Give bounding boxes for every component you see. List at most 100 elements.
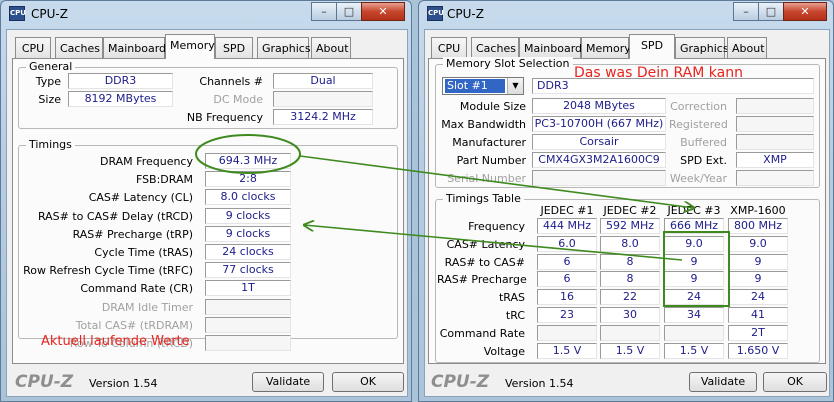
- timings-cell: 9: [728, 271, 788, 288]
- tab-graphics[interactable]: Graphics: [675, 37, 729, 58]
- timing-value: 694.3 MHz: [205, 153, 291, 169]
- timing-label: FSB:DRAM: [135, 173, 193, 187]
- timings-cell: 9.0: [664, 235, 724, 252]
- dc-mode-value: [273, 91, 373, 107]
- version-label: Version 1.54: [89, 377, 158, 390]
- module-info-value: 2048 MBytes: [532, 98, 666, 114]
- timings-cell: 9.0: [728, 235, 788, 252]
- channels-value: Dual: [273, 73, 373, 89]
- timings-cell: 9: [664, 271, 724, 288]
- tab-about[interactable]: About: [727, 37, 767, 58]
- size-label: Size: [38, 93, 61, 106]
- timings-column-header: XMP-1600: [730, 204, 786, 217]
- timings-cell: [664, 324, 724, 341]
- tab-cpu[interactable]: CPU: [431, 37, 467, 58]
- timing-value: 77 clocks: [205, 262, 291, 279]
- timings-row-label: RAS# Precharge: [437, 273, 527, 287]
- timings-row-label: Frequency: [468, 220, 525, 233]
- annotation-ram-capability: Das was Dein RAM kann: [574, 65, 743, 81]
- type-value: DDR3: [68, 73, 173, 89]
- timings-cell: 24: [728, 289, 788, 306]
- chevron-down-icon[interactable]: ▼: [507, 78, 523, 94]
- module-info-label: Module Size: [459, 100, 526, 113]
- tab-caches[interactable]: Caches: [55, 37, 103, 58]
- module-info-right-value: [736, 134, 814, 150]
- timings-cell: 24: [664, 289, 724, 306]
- tab-mainboard[interactable]: Mainboard: [103, 37, 166, 58]
- module-info-value: [532, 170, 666, 186]
- timings-group-title: Timings: [26, 138, 75, 151]
- timing-value: 1T: [205, 280, 291, 297]
- tab-mainboard[interactable]: Mainboard: [519, 37, 582, 58]
- tab-graphics[interactable]: Graphics: [257, 37, 311, 58]
- timing-label: Cycle Time (tRAS): [94, 246, 193, 259]
- minimize-button[interactable]: –: [311, 2, 337, 21]
- module-info-right-value: [736, 98, 814, 114]
- module-info-right-label: Buffered: [680, 136, 727, 149]
- timing-label: Total CAS# (tRDRAM): [75, 318, 193, 332]
- timings-cell: 666 MHz: [664, 218, 724, 234]
- timing-value: 24 clocks: [205, 244, 291, 260]
- close-button[interactable]: ✕: [361, 2, 405, 21]
- module-info-value: Corsair: [532, 134, 666, 150]
- maximize-button[interactable]: □: [336, 2, 362, 21]
- timings-cell: 8: [600, 253, 660, 270]
- tab-spd[interactable]: SPD: [215, 37, 253, 58]
- cpuz-logo: CPU-Z: [431, 372, 490, 392]
- timings-cell: 16: [537, 289, 597, 306]
- module-info-label: Max Bandwidth: [441, 118, 526, 131]
- timings-cell: 6: [537, 271, 597, 288]
- nb-frequency-label: NB Frequency: [186, 111, 263, 124]
- timings-column-header: JEDEC #1: [540, 204, 594, 217]
- timings-cell: [537, 324, 597, 341]
- timings-cell: 8: [600, 271, 660, 288]
- module-info-value: PC3-10700H (667 MHz): [532, 116, 666, 132]
- timing-label: Command Rate (CR): [80, 282, 193, 296]
- timings-row-label: Command Rate: [439, 326, 525, 340]
- timing-value: 2:8: [205, 171, 291, 188]
- slot-select[interactable]: Slot #1 ▼: [442, 77, 524, 95]
- timing-label: RAS# Precharge (tRP): [72, 227, 193, 241]
- timings-cell: 41: [728, 307, 788, 323]
- cpuz-app-icon: CPU: [9, 6, 26, 21]
- timings-cell: [600, 324, 660, 341]
- timing-value: [205, 316, 291, 333]
- timings-table-title: Timings Table: [443, 192, 524, 205]
- tab-spd[interactable]: SPD: [629, 34, 675, 59]
- version-label: Version 1.54: [505, 377, 574, 390]
- module-info-right-value: [736, 116, 814, 132]
- timing-label: Row Refresh Cycle Time (tRFC): [23, 264, 193, 278]
- slot-select-value: Slot #1: [445, 79, 505, 93]
- size-value: 8192 MBytes: [68, 91, 173, 107]
- ok-button[interactable]: OK: [332, 372, 404, 392]
- module-info-label: Manufacturer: [452, 136, 526, 149]
- cpuz-window-spd: CPU CPU-Z – □ ✕ CPU Caches Mainboard Mem…: [418, 0, 834, 402]
- tab-caches[interactable]: Caches: [471, 37, 519, 58]
- ok-button[interactable]: OK: [763, 372, 827, 392]
- type-label: Type: [35, 75, 61, 88]
- timings-cell: 2T: [728, 324, 788, 341]
- module-info-right-label: Week/Year: [669, 172, 727, 185]
- timing-label: DRAM Idle Timer: [101, 300, 193, 314]
- minimize-button[interactable]: –: [733, 2, 759, 21]
- timings-cell: 8.0: [600, 235, 660, 252]
- close-button[interactable]: ✕: [783, 2, 827, 21]
- tab-memory[interactable]: Memory: [165, 34, 215, 59]
- timing-value: 8.0 clocks: [205, 189, 291, 206]
- validate-button[interactable]: Validate: [252, 372, 324, 392]
- module-info-right-label: Registered: [669, 118, 728, 131]
- tab-memory[interactable]: Memory: [581, 37, 631, 58]
- tab-cpu[interactable]: CPU: [15, 37, 51, 58]
- maximize-button[interactable]: □: [758, 2, 784, 21]
- dc-mode-label: DC Mode: [213, 93, 263, 106]
- tab-about[interactable]: About: [311, 37, 351, 58]
- timings-cell: 34: [664, 307, 724, 323]
- validate-button[interactable]: Validate: [689, 372, 757, 392]
- window-title: CPU-Z: [447, 7, 484, 21]
- window-title: CPU-Z: [31, 7, 68, 21]
- timings-cell: 1.650 V: [728, 342, 788, 359]
- timings-cell: 6.0: [537, 235, 597, 252]
- cpuz-logo: CPU-Z: [15, 372, 74, 392]
- timings-cell: 800 MHz: [728, 218, 788, 234]
- timings-row-label: CAS# Latency: [446, 237, 525, 251]
